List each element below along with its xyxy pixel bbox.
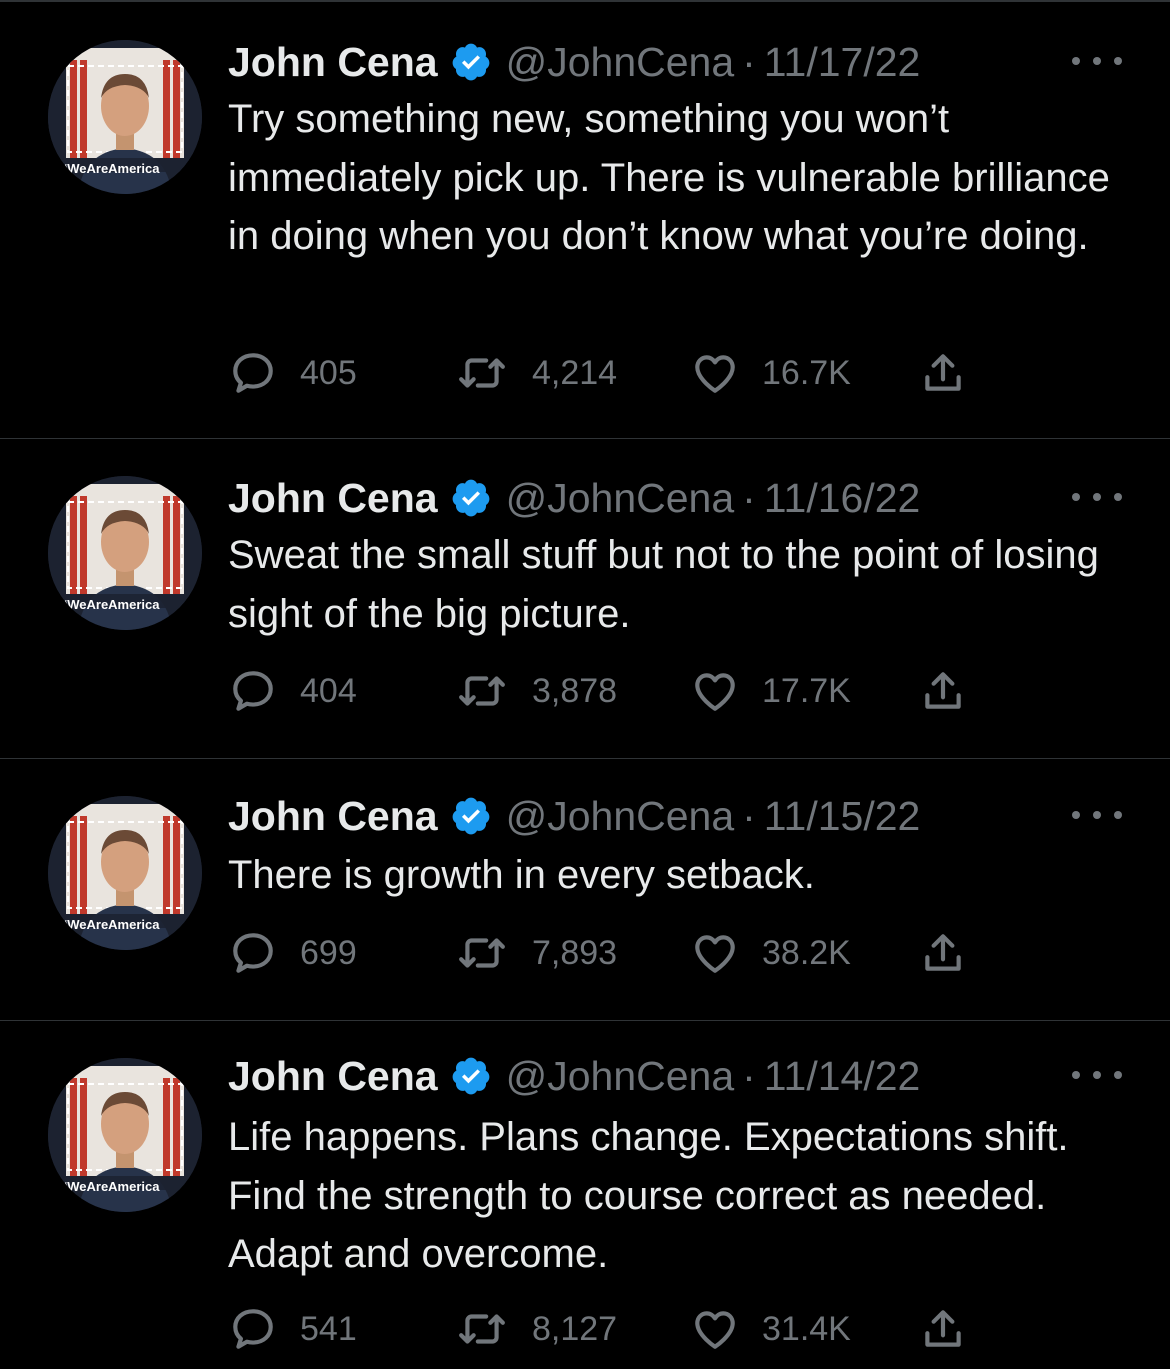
retweet-count: 8,127	[532, 1309, 618, 1348]
like-count: 31.4K	[762, 1309, 851, 1348]
retweet-icon	[459, 1314, 505, 1344]
avatar-caption: #WeAreAmerica	[60, 1179, 160, 1194]
share-icon	[925, 354, 961, 391]
tweet-actions: 405 4,214 16.7K	[228, 348, 988, 398]
tweet-text: Sweat the small stuff but not to the poi…	[228, 533, 1099, 636]
display-name[interactable]: John Cena	[228, 793, 438, 840]
display-name[interactable]: John Cena	[228, 1053, 438, 1100]
tweet-date[interactable]: 11/17/22	[764, 39, 921, 86]
reply-icon	[233, 353, 273, 393]
retweet-count: 4,214	[532, 353, 618, 392]
avatar[interactable]: #WeAreAmerica	[48, 1058, 202, 1212]
tweet-header: John Cena @JohnCena · 11/14/22	[228, 1050, 920, 1102]
reply-icon	[233, 933, 273, 973]
share-button[interactable]	[918, 348, 968, 398]
like-count: 38.2K	[762, 933, 851, 972]
tweet-header: John Cena @JohnCena · 11/15/22	[228, 790, 920, 842]
heart-icon	[695, 673, 735, 711]
share-button[interactable]	[918, 666, 968, 716]
user-handle[interactable]: @JohnCena	[506, 793, 735, 840]
reply-button[interactable]: 541	[228, 1304, 357, 1354]
tweet-text: There is growth in every setback.	[228, 853, 815, 897]
display-name[interactable]: John Cena	[228, 39, 438, 86]
like-count: 16.7K	[762, 353, 851, 392]
reply-count: 699	[300, 933, 357, 972]
reply-button[interactable]: 404	[228, 666, 357, 716]
avatar[interactable]: #WeAreAmerica	[48, 40, 202, 194]
like-button[interactable]: 16.7K	[690, 348, 851, 398]
like-button[interactable]: 17.7K	[690, 666, 851, 716]
retweet-icon	[459, 358, 505, 388]
share-button[interactable]	[918, 1304, 968, 1354]
reply-count: 405	[300, 353, 357, 392]
user-handle[interactable]: @JohnCena	[506, 39, 735, 86]
reply-count: 404	[300, 671, 357, 710]
reply-icon	[233, 671, 273, 711]
verified-badge-icon	[452, 797, 489, 835]
tweet[interactable]: #WeAreAmerica John Cena @JohnCena · 11/1…	[0, 1020, 1170, 1369]
tweet-text: Try something new, something you won’t i…	[228, 97, 1110, 258]
tweet-date[interactable]: 11/16/22	[764, 475, 921, 522]
tweet-actions: 541 8,127 31.4K	[228, 1304, 988, 1354]
tweet-header: John Cena @JohnCena · 11/17/22	[228, 36, 920, 88]
share-icon	[925, 672, 961, 709]
verified-badge-icon	[452, 479, 489, 517]
more-options-icon[interactable]	[1072, 482, 1122, 512]
heart-icon	[695, 355, 735, 393]
avatar[interactable]: #WeAreAmerica	[48, 796, 202, 950]
reply-button[interactable]: 405	[228, 348, 357, 398]
reply-count: 541	[300, 1309, 357, 1348]
tweet-header: John Cena @JohnCena · 11/16/22	[228, 472, 920, 524]
retweet-button[interactable]: 3,878	[454, 666, 617, 716]
retweet-icon	[459, 938, 505, 968]
more-options-icon[interactable]	[1072, 1060, 1122, 1090]
separator-dot: ·	[742, 792, 756, 839]
display-name[interactable]: John Cena	[228, 475, 438, 522]
like-button[interactable]: 38.2K	[690, 928, 851, 978]
tweet[interactable]: #WeAreAmerica John Cena @JohnCena · 11/1…	[0, 0, 1170, 438]
retweet-button[interactable]: 4,214	[454, 348, 617, 398]
retweet-count: 7,893	[532, 933, 618, 972]
heart-icon	[695, 935, 735, 973]
like-count: 17.7K	[762, 671, 851, 710]
retweet-button[interactable]: 7,893	[454, 928, 617, 978]
avatar-caption: #WeAreAmerica	[60, 597, 160, 612]
tweet-actions: 699 7,893 38.2K	[228, 928, 988, 978]
more-options-icon[interactable]	[1072, 46, 1122, 76]
tweet[interactable]: #WeAreAmerica John Cena @JohnCena · 11/1…	[0, 438, 1170, 758]
avatar[interactable]: #WeAreAmerica	[48, 476, 202, 630]
share-icon	[925, 934, 961, 971]
tweet-date[interactable]: 11/14/22	[764, 1053, 921, 1100]
user-handle[interactable]: @JohnCena	[506, 475, 735, 522]
reply-icon	[233, 1309, 273, 1349]
reply-button[interactable]: 699	[228, 928, 357, 978]
tweet-actions: 404 3,878 17.7K	[228, 666, 988, 716]
more-options-icon[interactable]	[1072, 800, 1122, 830]
tweet[interactable]: #WeAreAmerica John Cena @JohnCena · 11/1…	[0, 758, 1170, 1020]
avatar-caption: #WeAreAmerica	[60, 161, 160, 176]
verified-badge-icon	[452, 43, 489, 81]
tweet-text: Life happens. Plans change. Expectations…	[228, 1115, 1069, 1276]
separator-dot: ·	[742, 38, 756, 85]
share-icon	[925, 1310, 961, 1347]
separator-dot: ·	[742, 1052, 756, 1099]
user-handle[interactable]: @JohnCena	[506, 1053, 735, 1100]
avatar-caption: #WeAreAmerica	[60, 917, 160, 932]
retweet-icon	[459, 676, 505, 706]
verified-badge-icon	[452, 1057, 489, 1095]
heart-icon	[695, 1311, 735, 1349]
retweet-count: 3,878	[532, 671, 618, 710]
like-button[interactable]: 31.4K	[690, 1304, 851, 1354]
retweet-button[interactable]: 8,127	[454, 1304, 617, 1354]
separator-dot: ·	[742, 474, 756, 521]
tweet-date[interactable]: 11/15/22	[764, 793, 921, 840]
share-button[interactable]	[918, 928, 968, 978]
